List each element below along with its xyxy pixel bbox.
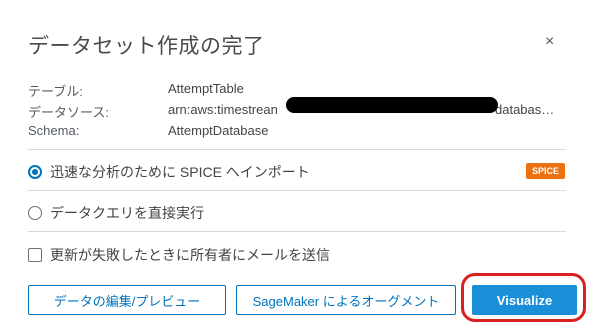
email-owner-checkbox[interactable] [28, 248, 42, 262]
spice-radio-label: 迅速な分析のために SPICE へインポート [50, 164, 310, 180]
spice-badge: SPICE [526, 163, 565, 179]
redaction-mark [286, 97, 498, 113]
divider [28, 190, 566, 191]
divider [28, 231, 566, 232]
detail-label: テーブル: [28, 84, 83, 99]
dialog-title: データセット作成の完了 [28, 35, 265, 58]
detail-value: AttemptTable [168, 81, 244, 96]
sagemaker-augment-button[interactable]: SageMaker によるオーグメント [236, 285, 456, 315]
detail-value: AttemptDatabase [168, 123, 269, 138]
spice-radio[interactable] [28, 165, 42, 179]
direct-query-radio[interactable] [28, 206, 42, 220]
direct-query-label: データクエリを直接実行 [50, 205, 204, 221]
email-owner-label: 更新が失敗したときに所有者にメールを送信 [50, 247, 330, 263]
close-icon[interactable]: × [545, 33, 554, 51]
detail-label: Schema: [28, 123, 80, 138]
detail-value: arn:aws:timestrean [168, 102, 278, 117]
create-dataset-dialog: データセット作成の完了 × テーブル: AttemptTable データソース:… [0, 0, 593, 333]
detail-label: データソース: [28, 105, 109, 120]
option-spice-import[interactable]: 迅速な分析のために SPICE へインポート [28, 162, 310, 182]
visualize-button[interactable]: Visualize [472, 285, 577, 315]
option-email-owner[interactable]: 更新が失敗したときに所有者にメールを送信 [28, 245, 330, 265]
edit-preview-button[interactable]: データの編集/プレビュー [28, 285, 226, 315]
detail-value-end: databas… [495, 102, 555, 117]
option-direct-query[interactable]: データクエリを直接実行 [28, 203, 204, 223]
divider [28, 149, 566, 150]
